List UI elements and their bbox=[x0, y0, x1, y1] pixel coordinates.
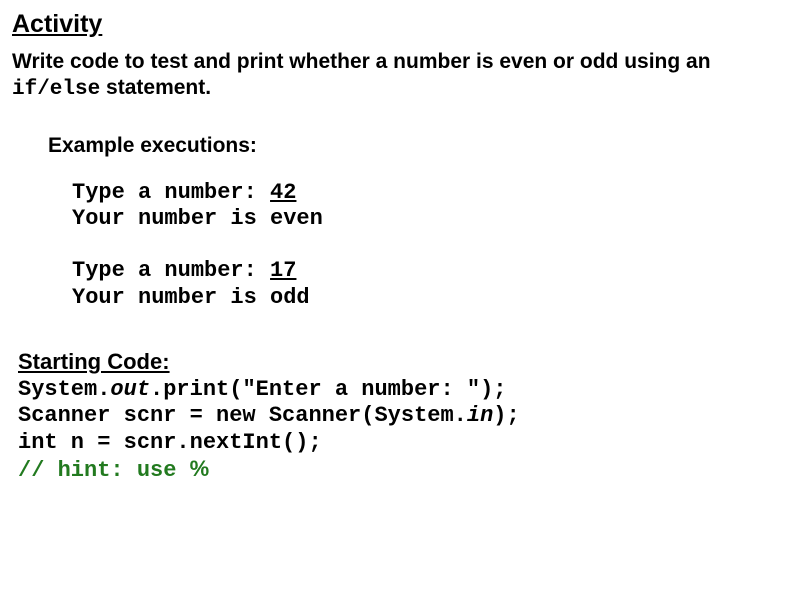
code-l3: int n = scnr.nextInt(); bbox=[18, 430, 322, 455]
example-input: 42 bbox=[270, 180, 296, 205]
code-l1a: System. bbox=[18, 377, 110, 402]
example-input: 17 bbox=[270, 258, 296, 283]
starting-code-heading: Starting Code: bbox=[18, 349, 782, 375]
example-heading: Example executions: bbox=[48, 134, 782, 158]
example-line: Type a number: 42 bbox=[72, 180, 782, 206]
example-result: Your number is odd bbox=[72, 285, 782, 311]
code-l2b: in bbox=[467, 403, 493, 428]
example-result: Your number is even bbox=[72, 206, 782, 232]
code-l4b: % bbox=[190, 456, 210, 481]
instruction-text: Write code to test and print whether a n… bbox=[12, 49, 782, 104]
instruction-part2: statement. bbox=[100, 76, 211, 99]
code-l1b: out bbox=[110, 377, 150, 402]
example-block-1: Type a number: 42 Your number is even bbox=[72, 180, 782, 233]
example-prompt: Type a number: bbox=[72, 258, 270, 283]
example-line: Type a number: 17 bbox=[72, 258, 782, 284]
code-l1c: .print("Enter a number: "); bbox=[150, 377, 506, 402]
code-l4a: // hint: use bbox=[18, 458, 190, 483]
instruction-part1: Write code to test and print whether a n… bbox=[12, 50, 711, 73]
example-block-2: Type a number: 17 Your number is odd bbox=[72, 258, 782, 311]
activity-title: Activity bbox=[12, 10, 782, 39]
code-l2c: ); bbox=[493, 403, 519, 428]
example-prompt: Type a number: bbox=[72, 180, 270, 205]
instruction-code: if/else bbox=[12, 78, 100, 101]
starting-code-block: System.out.print("Enter a number: "); Sc… bbox=[18, 377, 782, 485]
code-l2a: Scanner scnr = new Scanner(System. bbox=[18, 403, 467, 428]
